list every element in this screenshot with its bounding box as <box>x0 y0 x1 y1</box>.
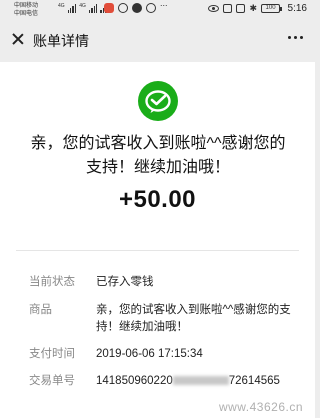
bill-memo: 亲，您的试客收入到账啦^^感谢您的支持！继续加油哦！ <box>30 135 286 176</box>
network-type-1: 4G <box>58 3 65 9</box>
eye-comfort-icon <box>208 5 220 12</box>
divider <box>16 250 299 251</box>
page-title: 账单详情 <box>33 33 89 49</box>
pay-time-value: 2019-06-06 17:15:34 <box>96 348 203 360</box>
vibrate-icon <box>236 4 246 13</box>
wechat-pay-icon <box>138 81 178 121</box>
network-type-2: 4G <box>79 3 86 9</box>
transaction-id-prefix: 141850960220 <box>96 375 173 387</box>
status-label: 当前状态 <box>29 276 75 288</box>
more-notifications-icon <box>160 0 170 10</box>
watermark: www.43626.cn <box>218 400 303 414</box>
redaction-mask <box>172 376 229 386</box>
system-icons: ✱ 100 5:16 <box>208 3 307 14</box>
bill-card: 亲，您的试客收入到账啦^^感谢您的支持！继续加油哦！ +50.00 当前状态 已… <box>0 62 315 418</box>
bluetooth-icon: ✱ <box>249 3 258 13</box>
transaction-id-value: 141850960220 72614565 <box>96 373 296 390</box>
carrier-2: 中国电信 <box>14 11 39 17</box>
product-label: 商品 <box>29 304 52 316</box>
battery-icon: 100 <box>261 4 282 13</box>
notification-app-icon <box>104 3 114 13</box>
close-icon[interactable] <box>10 31 26 47</box>
pay-time-label: 支付时间 <box>29 348 75 360</box>
transaction-id-suffix: 72614565 <box>228 375 280 387</box>
status-value: 已存入零钱 <box>96 276 154 288</box>
battery-level: 100 <box>261 4 281 13</box>
signal-icon <box>67 4 77 13</box>
carrier-labels: 中国移动 中国电信 <box>14 2 38 18</box>
notification-app-icon <box>132 3 142 13</box>
signal-group: 4G 4G <box>58 3 107 13</box>
more-icon[interactable] <box>288 36 303 39</box>
notification-icons <box>104 0 170 13</box>
chat-bubble-icon <box>146 3 156 13</box>
nfc-icon <box>223 4 233 13</box>
nav-bar: 账单详情 <box>0 22 315 58</box>
notification-app-icon <box>118 3 128 13</box>
product-value: 亲，您的试客收入到账啦^^感谢您的支持！继续加油哦！ <box>96 304 291 333</box>
clock: 5:16 <box>287 3 307 14</box>
carrier-1: 中国移动 <box>14 3 39 9</box>
signal-icon <box>88 4 98 13</box>
status-bar: 中国移动 中国电信 4G 4G ✱ 100 5:16 <box>0 0 315 22</box>
bill-amount: +50.00 <box>118 186 197 213</box>
transaction-id-label: 交易单号 <box>29 375 75 387</box>
